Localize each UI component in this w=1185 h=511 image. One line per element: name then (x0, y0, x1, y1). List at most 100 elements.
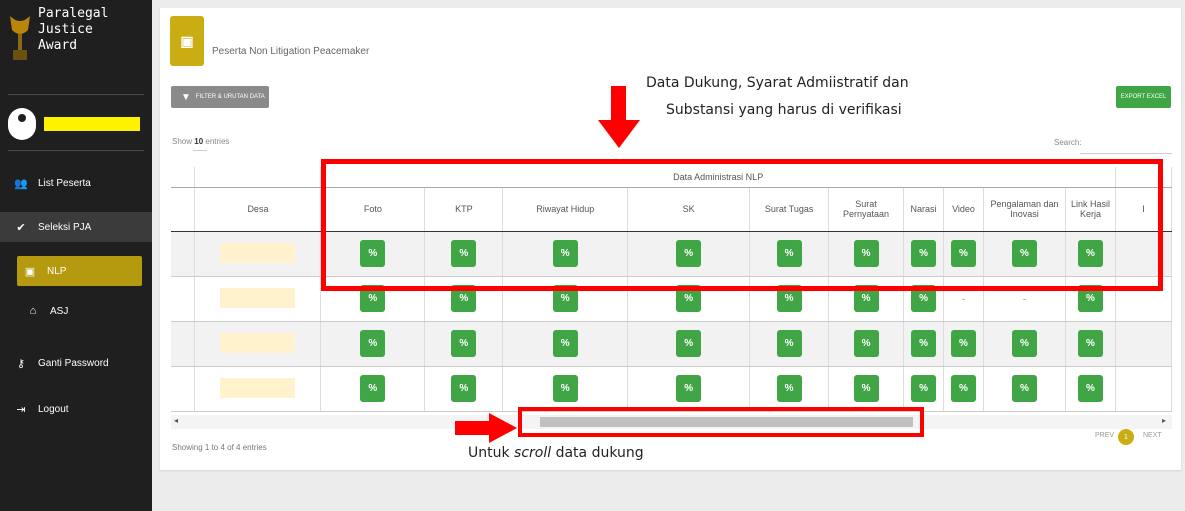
desa-value-redacted (220, 242, 296, 263)
empty-value: - (962, 293, 965, 304)
link-icon[interactable]: % (676, 330, 702, 357)
export-excel-button[interactable]: EXPORT EXCEL (1116, 86, 1171, 108)
scroll-right-icon[interactable]: ▸ (1162, 416, 1166, 425)
document-cell: % (903, 366, 945, 412)
document-cell: % (627, 321, 751, 367)
document-cell: % (943, 366, 984, 412)
row-spacer (171, 276, 196, 322)
header-blank (194, 167, 322, 188)
row-cut (1115, 321, 1172, 367)
link-icon[interactable]: % (1077, 330, 1103, 357)
document-cell: % (502, 321, 629, 367)
brand[interactable]: Paralegal Justice Award (8, 6, 108, 66)
brand-line: Paralegal (38, 6, 109, 21)
document-cell: % (627, 366, 751, 412)
link-icon[interactable]: % (1011, 330, 1037, 357)
highlight-box-scrollbar (518, 407, 924, 437)
document-cell: % (943, 321, 984, 367)
document-cell: % (903, 321, 945, 367)
desa-value-redacted (220, 377, 296, 398)
link-icon[interactable]: % (552, 330, 578, 357)
document-cell: % (424, 321, 504, 367)
down-arrow-icon (598, 86, 640, 148)
sidebar: Paralegal Justice Award 👥 List Peserta ✔… (0, 0, 152, 511)
header-blank (171, 187, 196, 232)
annotation-text: Untuk scroll data dukung (468, 442, 644, 464)
row-spacer (171, 366, 196, 412)
link-icon[interactable]: % (776, 375, 802, 402)
link-icon[interactable]: % (451, 375, 477, 402)
link-icon[interactable]: % (360, 330, 386, 357)
entries-select[interactable]: 10 (194, 137, 203, 146)
annotation-part: Untuk (468, 445, 515, 461)
sidebar-item-ganti-password[interactable]: ⚷ Ganti Password (0, 352, 152, 374)
entries-underline (193, 150, 207, 151)
row-spacer (171, 321, 196, 367)
annotation-part: data dukung (551, 445, 644, 461)
filter-button-label: FILTER & URUTAN DATA (195, 94, 265, 100)
link-icon[interactable]: % (853, 330, 879, 357)
link-icon[interactable]: % (911, 375, 937, 402)
sidebar-item-asj[interactable]: ⌂ ASJ (12, 300, 152, 322)
document-cell: % (502, 366, 629, 412)
link-icon[interactable]: % (911, 330, 937, 357)
filter-button[interactable]: ▼ FILTER & URUTAN DATA (171, 86, 269, 108)
sidebar-item-nlp[interactable]: ▣ NLP (17, 256, 142, 286)
next-button[interactable]: NEXT (1143, 432, 1162, 439)
desa-cell (194, 231, 322, 277)
sidebar-item-label: ASJ (50, 305, 69, 317)
row-spacer (171, 231, 196, 277)
link-icon[interactable]: % (552, 375, 578, 402)
column-header[interactable]: Desa (194, 187, 322, 232)
link-icon[interactable]: % (360, 375, 386, 402)
table-row: %%%%%%%%%% (171, 366, 1172, 412)
home-icon: ⌂ (29, 305, 37, 317)
link-icon[interactable]: % (853, 375, 879, 402)
document-cell: % (320, 321, 426, 367)
avatar (8, 108, 36, 140)
document-cell: % (983, 321, 1066, 367)
filter-icon: ▼ (181, 91, 191, 103)
desa-cell (194, 321, 322, 367)
divider (8, 94, 144, 95)
user-profile[interactable] (8, 108, 140, 140)
search-input[interactable] (1080, 153, 1172, 154)
page-1-button[interactable]: 1 (1118, 429, 1134, 445)
sidebar-item-seleksi-pja[interactable]: ✔ Seleksi PJA (0, 212, 152, 242)
users-icon: 👥 (14, 177, 28, 190)
scroll-left-icon[interactable]: ◂ (174, 416, 178, 425)
page-title: Peserta Non Litigation Peacemaker (212, 46, 370, 57)
sidebar-item-label: NLP (47, 265, 67, 277)
desa-value-redacted (220, 287, 296, 308)
link-icon[interactable]: % (676, 375, 702, 402)
document-cell: % (1065, 321, 1116, 367)
link-icon[interactable]: % (776, 330, 802, 357)
desa-cell (194, 276, 322, 322)
logout-icon: ⇥ (16, 403, 26, 416)
search-label: Search: (1054, 138, 1082, 147)
desa-value-redacted (220, 332, 296, 353)
annotation-text: Substansi yang harus di verifikasi (666, 102, 902, 118)
link-icon[interactable]: % (1077, 375, 1103, 402)
document-cell: % (320, 366, 426, 412)
showing-info: Showing 1 to 4 of 4 entries (172, 443, 267, 452)
show-entries: Show 10 entries (172, 137, 229, 146)
link-icon[interactable]: % (951, 375, 976, 402)
header-blank (171, 167, 196, 188)
link-icon[interactable]: % (951, 330, 976, 357)
prev-button[interactable]: PREV (1095, 432, 1114, 439)
key-icon: ⚷ (16, 357, 26, 370)
trophy-logo-icon (10, 16, 30, 60)
annotation-text: Data Dukung, Syarat Admiistratif dan (646, 75, 909, 91)
link-icon[interactable]: % (1011, 375, 1037, 402)
link-icon[interactable]: % (451, 330, 477, 357)
sidebar-item-label: Ganti Password (38, 357, 109, 369)
document-cell: % (828, 321, 905, 367)
document-cell: % (749, 321, 830, 367)
desa-cell (194, 366, 322, 412)
sidebar-item-list-peserta[interactable]: 👥 List Peserta (0, 172, 152, 194)
right-arrow-icon (455, 413, 517, 443)
username-redacted (44, 117, 140, 131)
brand-line: Justice (38, 22, 93, 37)
sidebar-item-logout[interactable]: ⇥ Logout (0, 398, 152, 420)
